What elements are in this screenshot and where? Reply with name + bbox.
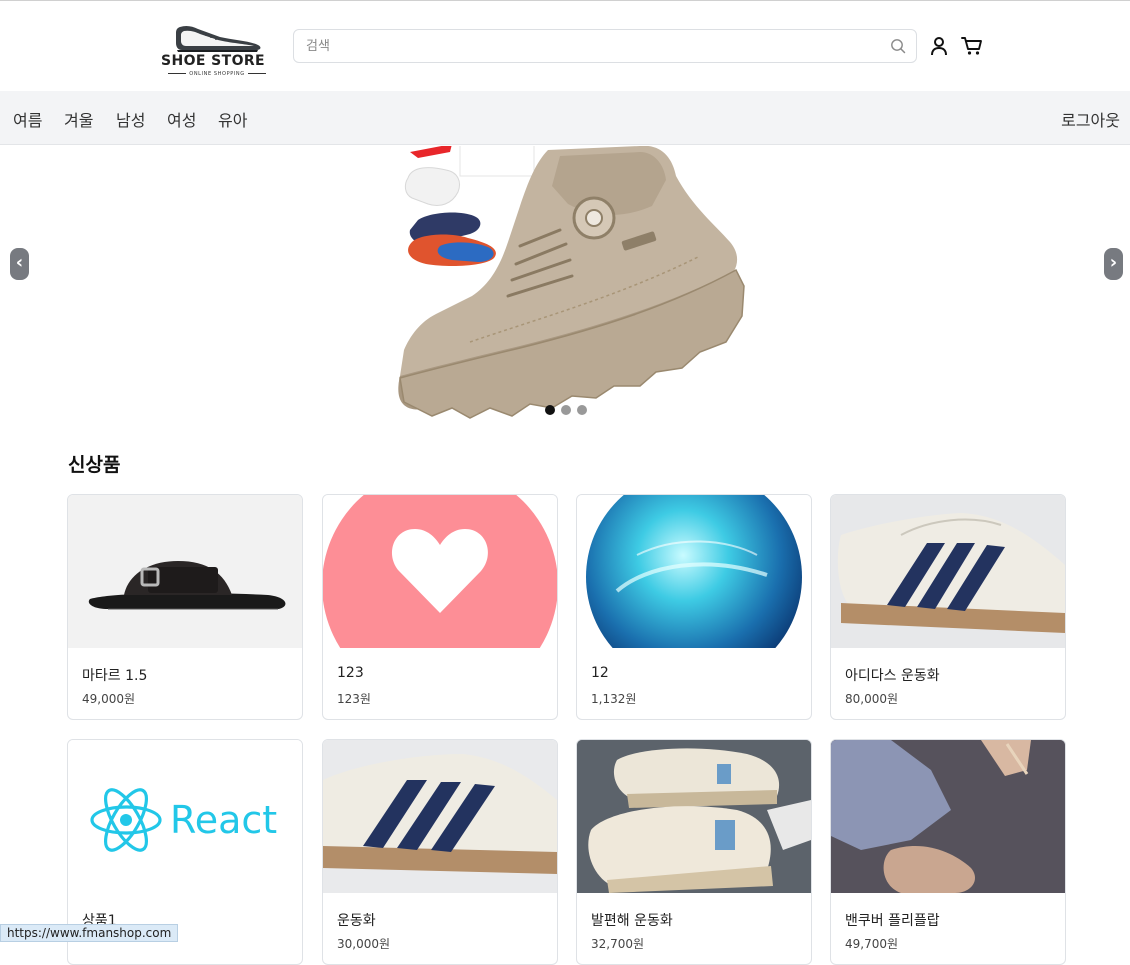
svg-text:React: React bbox=[170, 798, 277, 842]
search-input[interactable] bbox=[306, 30, 876, 62]
cart-icon[interactable] bbox=[961, 36, 983, 56]
product-name: 아디다스 운동화 bbox=[845, 668, 940, 684]
react-logo-icon: React bbox=[90, 788, 277, 852]
product-image bbox=[831, 495, 1065, 648]
hiking-shoe-banner-image bbox=[398, 146, 745, 419]
logout-link[interactable]: 로그아웃 bbox=[1061, 107, 1120, 131]
product-name: 밴쿠버 플리플랍 bbox=[845, 913, 940, 929]
carousel-dot[interactable] bbox=[561, 405, 571, 415]
carousel-next-button[interactable]: › bbox=[1104, 248, 1123, 280]
product-price: 123원 bbox=[337, 692, 371, 706]
product-name: 발편해 운동화 bbox=[591, 913, 673, 929]
product-image bbox=[323, 495, 557, 648]
store-logo[interactable]: SHOE STORE ONLINE SHOPPING bbox=[158, 23, 276, 81]
search-box bbox=[293, 29, 917, 63]
carousel-prev-button[interactable]: ‹ bbox=[10, 248, 29, 280]
carousel-indicators bbox=[545, 400, 593, 415]
product-price: 30,000원 bbox=[337, 937, 391, 951]
product-image bbox=[577, 740, 811, 893]
product-price: 49,700원 bbox=[845, 937, 899, 951]
product-image: React bbox=[68, 740, 302, 893]
product-card[interactable]: 12 1,132원 bbox=[576, 494, 812, 720]
header: SHOE STORE ONLINE SHOPPING bbox=[0, 1, 1130, 91]
nav-item-winter[interactable]: 겨울 bbox=[64, 107, 93, 131]
user-icon[interactable] bbox=[930, 36, 948, 56]
product-name: 운동화 bbox=[337, 913, 376, 929]
product-card[interactable]: 아디다스 운동화 80,000원 bbox=[830, 494, 1066, 720]
carousel-dot[interactable] bbox=[545, 405, 555, 415]
product-price: 32,700원 bbox=[591, 937, 645, 951]
product-name: 마타르 1.5 bbox=[82, 668, 148, 684]
product-name: 12 bbox=[591, 665, 609, 681]
product-card[interactable]: 밴쿠버 플리플랍 49,700원 bbox=[830, 739, 1066, 965]
nav-item-kids[interactable]: 유아 bbox=[218, 107, 247, 131]
product-price: 49,000원 bbox=[82, 692, 136, 706]
category-nav: 여름 겨울 남성 여성 유아 로그아웃 bbox=[0, 91, 1130, 145]
product-card[interactable]: 운동화 30,000원 bbox=[322, 739, 558, 965]
carousel-dot[interactable] bbox=[577, 405, 587, 415]
nav-item-summer[interactable]: 여름 bbox=[13, 107, 42, 131]
product-card[interactable]: 발편해 운동화 32,700원 bbox=[576, 739, 812, 965]
product-image bbox=[577, 495, 811, 648]
product-card[interactable]: 마타르 1.5 49,000원 bbox=[67, 494, 303, 720]
nav-item-women[interactable]: 여성 bbox=[167, 107, 196, 131]
section-title: 신상품 bbox=[68, 454, 121, 476]
product-image bbox=[831, 740, 1065, 893]
product-image bbox=[323, 740, 557, 893]
product-image bbox=[68, 495, 302, 648]
logo-subtitle: ONLINE SHOPPING bbox=[158, 71, 276, 77]
product-price: 1,132원 bbox=[591, 692, 637, 706]
link-status-bar: https://www.fmanshop.com bbox=[0, 924, 179, 942]
logo-title: SHOE STORE bbox=[161, 53, 266, 69]
shoe-logo-icon bbox=[176, 25, 261, 52]
nav-item-men[interactable]: 남성 bbox=[116, 107, 145, 131]
hero-carousel: ‹ › bbox=[0, 146, 1130, 426]
product-price: 80,000원 bbox=[845, 692, 899, 706]
search-icon[interactable] bbox=[890, 38, 906, 54]
product-name: 123 bbox=[337, 665, 364, 681]
product-card[interactable]: 123 123원 bbox=[322, 494, 558, 720]
